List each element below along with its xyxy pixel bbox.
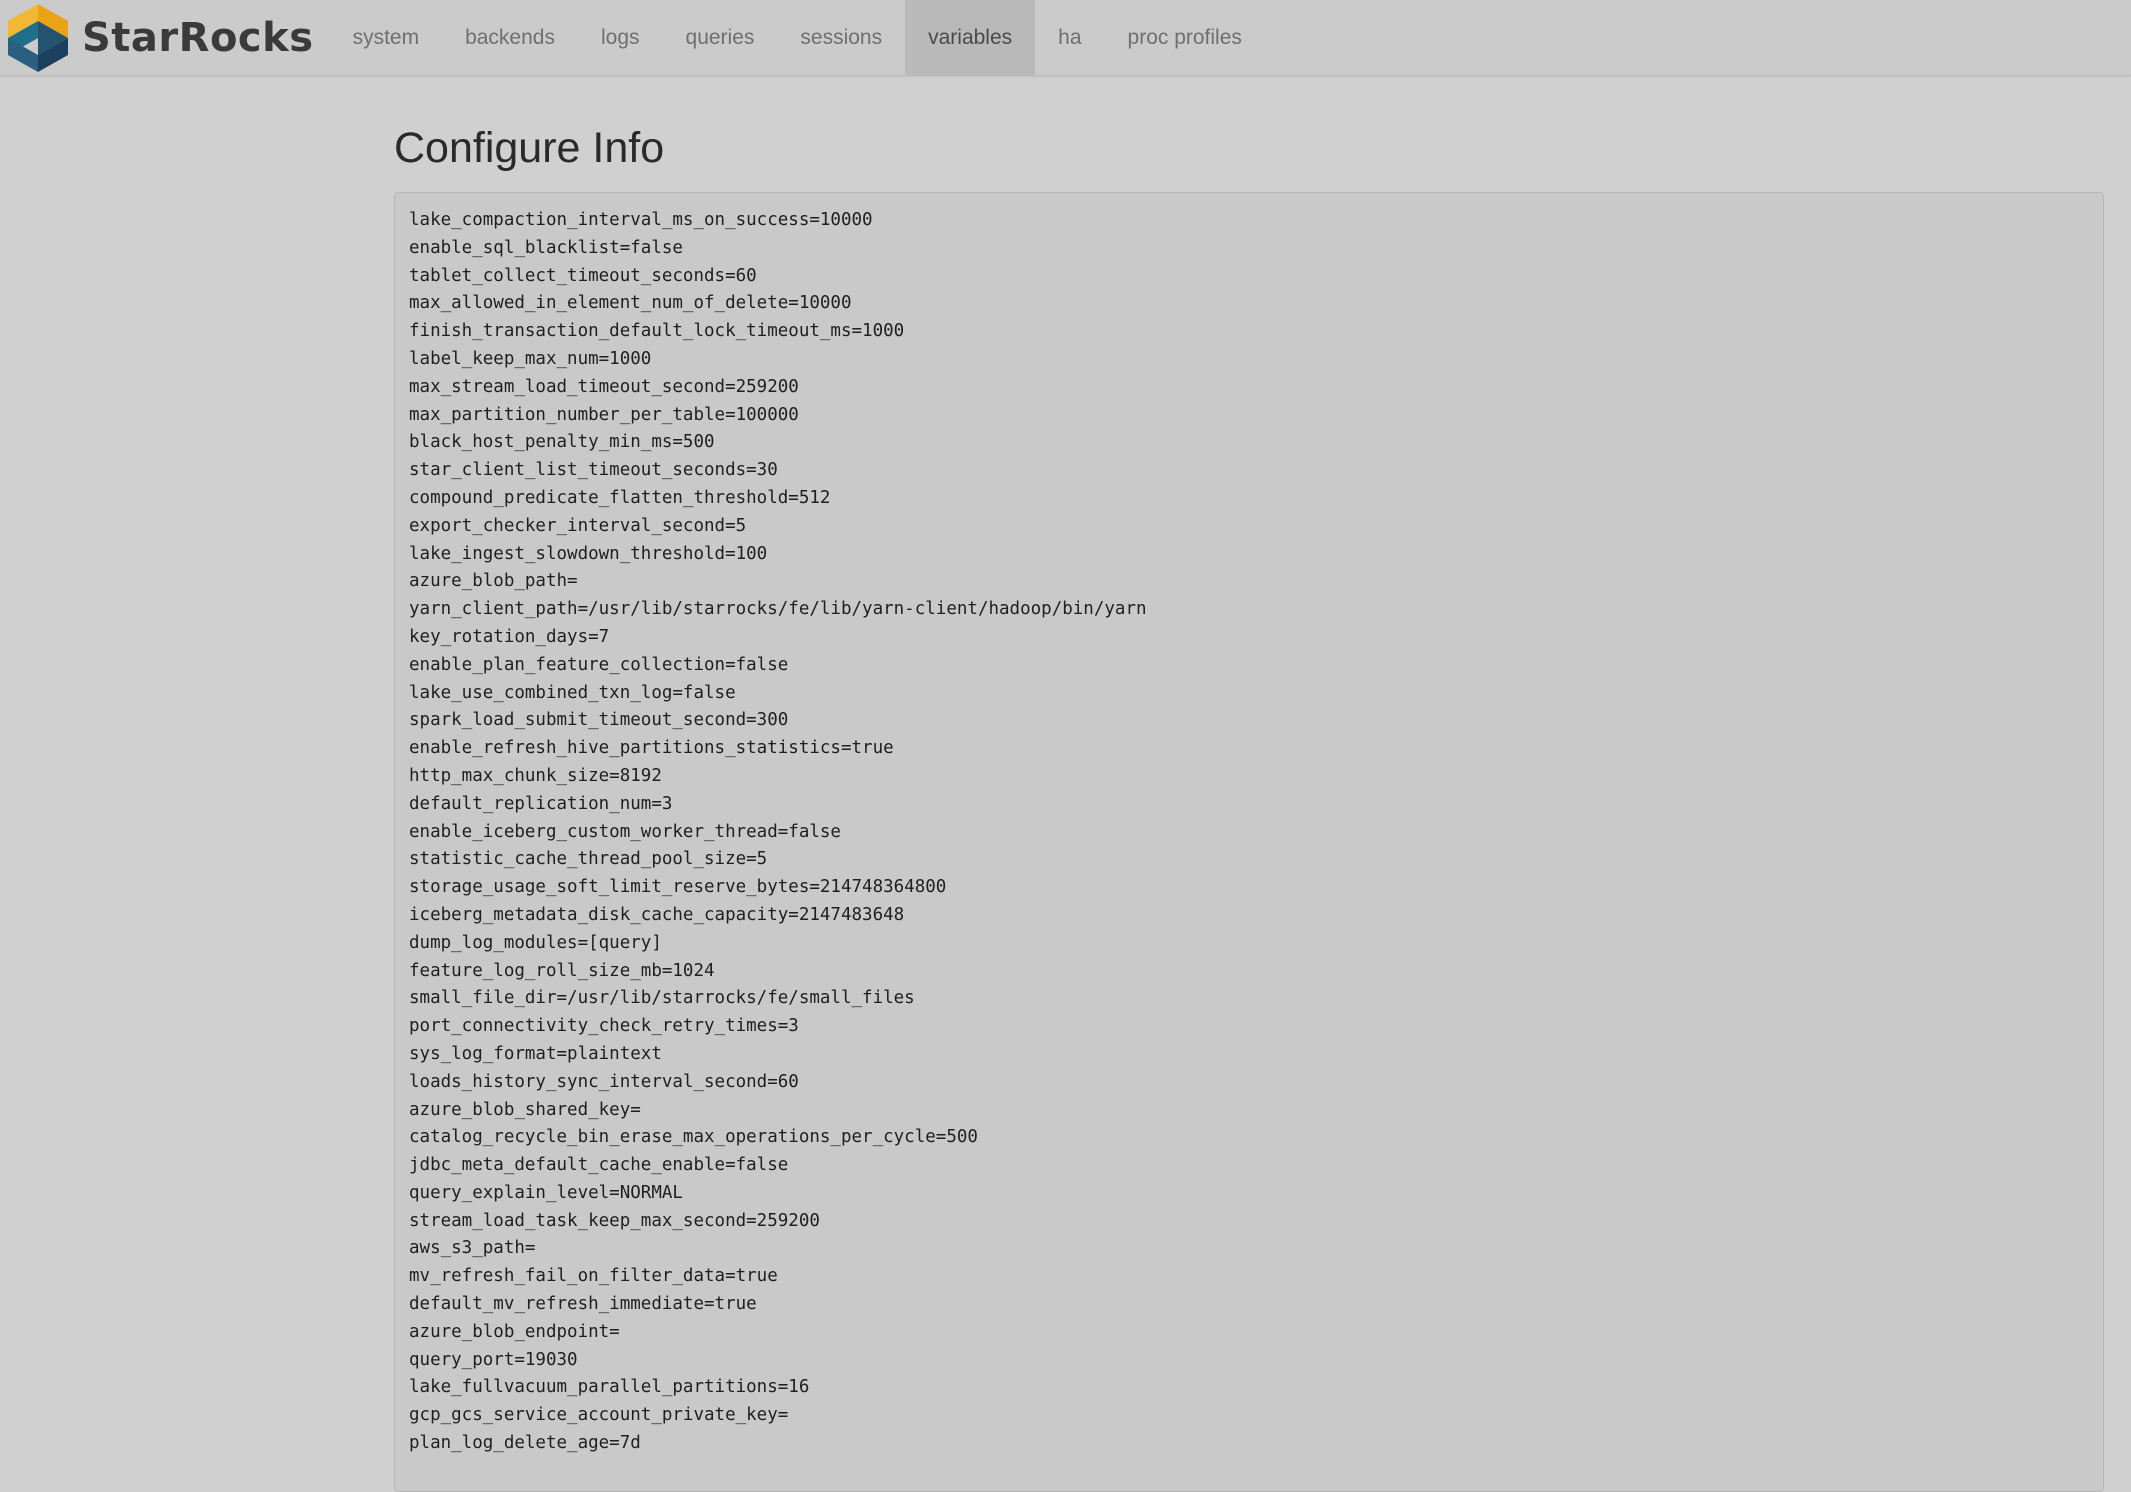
starrocks-logo-icon (8, 3, 68, 72)
config-line: default_replication_num=3 (409, 793, 673, 814)
config-line: aws_s3_path= (409, 1238, 536, 1259)
nav-item-logs[interactable]: logs (578, 0, 663, 76)
config-line: export_checker_interval_second=5 (409, 515, 747, 536)
nav-item-variables[interactable]: variables (905, 0, 1036, 76)
config-line: max_allowed_in_element_num_of_delete=100… (409, 293, 852, 314)
config-line: tablet_collect_timeout_seconds=60 (409, 265, 757, 286)
nav-label: sessions (800, 25, 883, 49)
main-nav: system backends logs queries sessions va… (330, 0, 1265, 76)
config-line: finish_transaction_default_lock_timeout_… (409, 321, 905, 342)
config-line: key_rotation_days=7 (409, 626, 610, 647)
config-line: enable_refresh_hive_partitions_statistic… (409, 738, 894, 759)
nav-item-ha[interactable]: ha (1035, 0, 1104, 76)
config-line: lake_ingest_slowdown_threshold=100 (409, 543, 768, 564)
nav-item-proc-profiles[interactable]: proc profiles (1105, 0, 1265, 76)
config-line: catalog_recycle_bin_erase_max_operations… (409, 1127, 978, 1148)
config-line: star_client_list_timeout_seconds=30 (409, 460, 778, 481)
config-text-block[interactable]: lake_compaction_interval_ms_on_success=1… (394, 192, 2104, 1492)
top-navbar: StarRocks system backends logs queries s… (0, 0, 2131, 76)
config-line: azure_blob_path= (409, 571, 578, 592)
config-line: loads_history_sync_interval_second=60 (409, 1071, 799, 1092)
config-line: mv_refresh_fail_on_filter_data=true (409, 1266, 778, 1287)
config-line: compound_predicate_flatten_threshold=512 (409, 487, 831, 508)
brand-logo-link[interactable]: StarRocks (0, 0, 314, 76)
config-line: yarn_client_path=/usr/lib/starrocks/fe/l… (409, 599, 1147, 620)
nav-label: system (352, 25, 420, 49)
config-line: storage_usage_soft_limit_reserve_bytes=2… (409, 877, 947, 898)
nav-label: ha (1058, 25, 1082, 49)
config-line: enable_plan_feature_collection=false (409, 654, 789, 675)
nav-label: proc profiles (1127, 25, 1242, 49)
config-line: stream_load_task_keep_max_second=259200 (409, 1210, 820, 1231)
config-line: default_mv_refresh_immediate=true (409, 1294, 757, 1315)
config-line: enable_iceberg_custom_worker_thread=fals… (409, 821, 841, 842)
config-line: query_explain_level=NORMAL (409, 1182, 683, 1203)
brand-name: StarRocks (82, 14, 314, 61)
nav-label: backends (465, 25, 555, 49)
config-line: iceberg_metadata_disk_cache_capacity=214… (409, 904, 905, 925)
config-line: lake_use_combined_txn_log=false (409, 682, 736, 703)
config-line: port_connectivity_check_retry_times=3 (409, 1016, 799, 1037)
config-line: label_keep_max_num=1000 (409, 348, 652, 369)
config-line: http_max_chunk_size=8192 (409, 765, 662, 786)
config-line: lake_fullvacuum_parallel_partitions=16 (409, 1377, 810, 1398)
config-line: azure_blob_endpoint= (409, 1321, 620, 1342)
config-line: plan_log_delete_age=7d (409, 1433, 641, 1454)
nav-item-backends[interactable]: backends (442, 0, 578, 76)
nav-label: logs (600, 25, 640, 49)
config-line: lake_compaction_interval_ms_on_success=1… (409, 210, 873, 230)
config-line: max_partition_number_per_table=100000 (409, 404, 799, 425)
config-line: query_port=19030 (409, 1349, 578, 1370)
config-line: max_stream_load_timeout_second=259200 (409, 376, 799, 397)
config-line: small_file_dir=/usr/lib/starrocks/fe/sma… (409, 988, 915, 1009)
nav-item-queries[interactable]: queries (663, 0, 778, 76)
config-line: spark_load_submit_timeout_second=300 (409, 710, 789, 731)
config-line: azure_blob_shared_key= (409, 1099, 641, 1120)
config-line: dump_log_modules=[query] (409, 932, 662, 953)
main-content: Configure Info lake_compaction_interval_… (394, 76, 2104, 1492)
nav-label: queries (685, 25, 755, 49)
nav-item-system[interactable]: system (330, 0, 443, 76)
config-line: jdbc_meta_default_cache_enable=false (409, 1155, 789, 1176)
page-title: Configure Info (394, 124, 665, 172)
config-line: feature_log_roll_size_mb=1024 (409, 960, 715, 981)
config-line: sys_log_format=plaintext (409, 1043, 662, 1064)
nav-item-sessions[interactable]: sessions (777, 0, 905, 76)
config-line: gcp_gcs_service_account_private_key= (409, 1405, 789, 1426)
config-line: statistic_cache_thread_pool_size=5 (409, 849, 768, 870)
nav-label: variables (928, 25, 1013, 49)
config-line: enable_sql_blacklist=false (409, 237, 683, 258)
config-line: black_host_penalty_min_ms=500 (409, 432, 715, 453)
